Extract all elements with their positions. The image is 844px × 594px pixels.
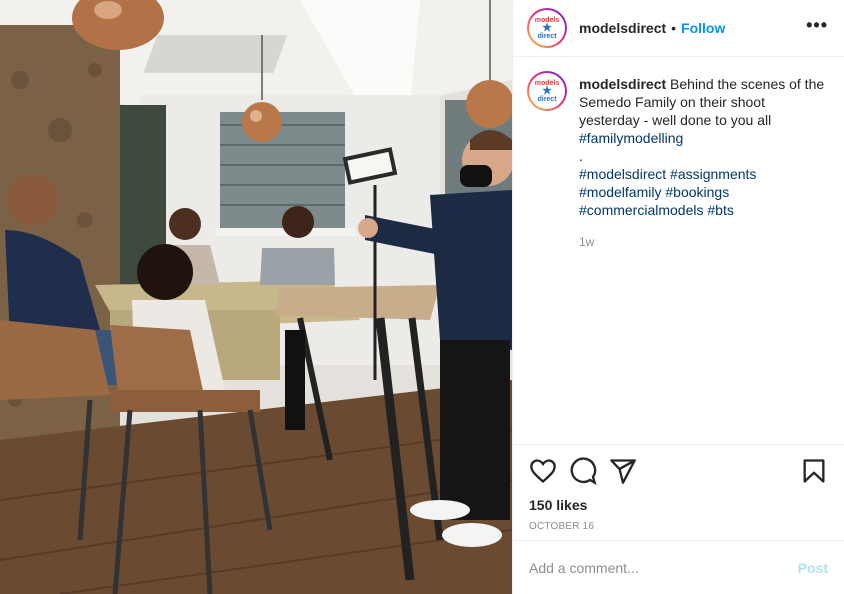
caption-avatar[interactable]: models ★ direct [527, 71, 567, 111]
brand-logo: models ★ direct [534, 16, 560, 40]
more-icon[interactable]: ••• [806, 16, 828, 36]
hashtag-line: #modelsdirect #assignments [579, 165, 828, 183]
hashtag-link[interactable]: #modelfamily [579, 184, 661, 200]
hashtag-link[interactable]: #commercialmodels [579, 202, 703, 218]
hashtag-link[interactable]: #assignments [670, 166, 756, 182]
hashtag-line: #commercialmodels #bts [579, 201, 828, 219]
star-icon: ★ [542, 21, 552, 34]
caption-username-link[interactable]: modelsdirect [579, 76, 666, 92]
actions-area: 150 likes OCTOBER 16 [513, 444, 844, 532]
comment-input[interactable] [529, 559, 798, 576]
hashtag-link[interactable]: #familymodelling [579, 129, 828, 147]
post-header: models ★ direct modelsdirect • Follow ••… [513, 0, 844, 57]
follow-button[interactable]: Follow [681, 20, 725, 36]
heart-icon[interactable] [529, 457, 557, 485]
caption-spacer: . [579, 148, 583, 164]
bookmark-icon[interactable] [800, 457, 828, 485]
avatar[interactable]: models ★ direct [527, 8, 567, 48]
action-icons [529, 457, 828, 485]
post-comment-button[interactable]: Post [798, 560, 828, 576]
hashtag-link[interactable]: #modelsdirect [579, 166, 666, 182]
post-panel: models ★ direct modelsdirect • Follow ••… [512, 0, 844, 594]
hashtag-line: #modelfamily #bookings [579, 183, 828, 201]
post-photo[interactable] [0, 0, 512, 594]
post-date[interactable]: OCTOBER 16 [529, 521, 828, 532]
caption-timestamp[interactable]: 1w [579, 233, 828, 251]
hashtag-link[interactable]: #bts [707, 202, 733, 218]
comment-icon[interactable] [569, 457, 597, 485]
star-icon: ★ [542, 84, 552, 97]
brand-logo: models ★ direct [534, 79, 560, 103]
caption-text: modelsdirect Behind the scenes of the Se… [579, 75, 828, 251]
photo-illustration [0, 0, 512, 594]
hashtag-link[interactable]: #bookings [665, 184, 729, 200]
caption-section: models ★ direct modelsdirect Behind the … [513, 57, 844, 443]
share-icon[interactable] [609, 457, 637, 485]
comment-box: Post [513, 540, 844, 594]
account-name-link[interactable]: modelsdirect [579, 20, 666, 36]
likes-count[interactable]: 150 likes [529, 497, 828, 513]
separator-dot: • [671, 20, 677, 36]
caption-row: models ★ direct modelsdirect Behind the … [527, 71, 828, 251]
